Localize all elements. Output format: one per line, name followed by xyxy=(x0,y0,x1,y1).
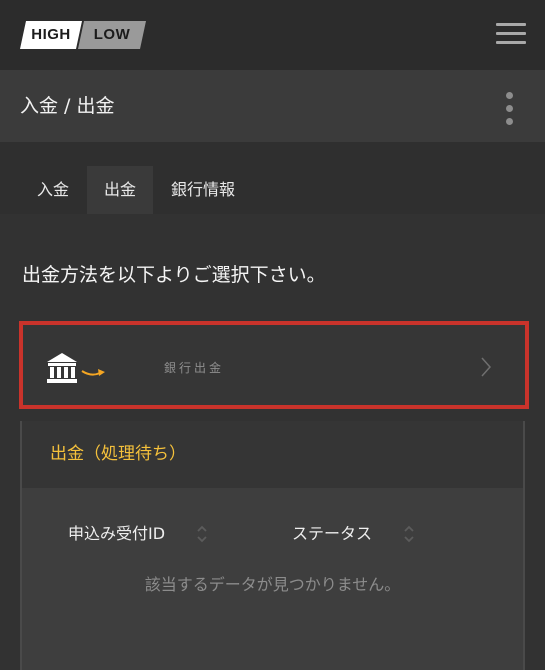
pending-header: 出金（処理待ち） xyxy=(22,421,523,488)
tab-deposit[interactable]: 入金 xyxy=(20,166,86,214)
pending-withdrawals-panel: 出金（処理待ち） 申込み受付ID ステータス 該当するデータが見つかりません。 xyxy=(20,421,525,670)
tab-bar: 入金 出金 銀行情報 xyxy=(0,142,545,214)
tab-withdraw[interactable]: 出金 xyxy=(87,166,153,214)
column-status[interactable]: ステータス xyxy=(292,521,372,547)
more-options-icon[interactable] xyxy=(503,92,515,126)
logo-low: LOW xyxy=(78,21,146,49)
page-title: 入金 / 出金 xyxy=(20,95,115,117)
highlow-logo[interactable]: LOW HIGH xyxy=(20,21,146,49)
bank-transfer-icon xyxy=(47,353,105,383)
instruction-text: 出金方法を以下よりご選択下さい。 xyxy=(22,264,326,286)
sort-icon[interactable] xyxy=(195,523,209,545)
chevron-right-icon xyxy=(481,357,492,377)
bank-withdraw-label: 銀行出金 xyxy=(164,361,225,375)
empty-message: 該当するデータが見つかりません。 xyxy=(144,575,401,594)
bank-withdraw-option[interactable]: 銀行出金 xyxy=(19,321,529,409)
sort-icon[interactable] xyxy=(402,523,416,545)
menu-icon[interactable] xyxy=(496,23,526,45)
page-title-bar: 入金 / 出金 xyxy=(0,70,545,142)
column-application-id[interactable]: 申込み受付ID xyxy=(68,521,165,547)
tab-bank-info[interactable]: 銀行情報 xyxy=(160,166,246,214)
app-header: LOW HIGH xyxy=(0,0,545,70)
pending-title: 出金（処理待ち） xyxy=(50,444,186,464)
logo-high: HIGH xyxy=(20,21,82,49)
